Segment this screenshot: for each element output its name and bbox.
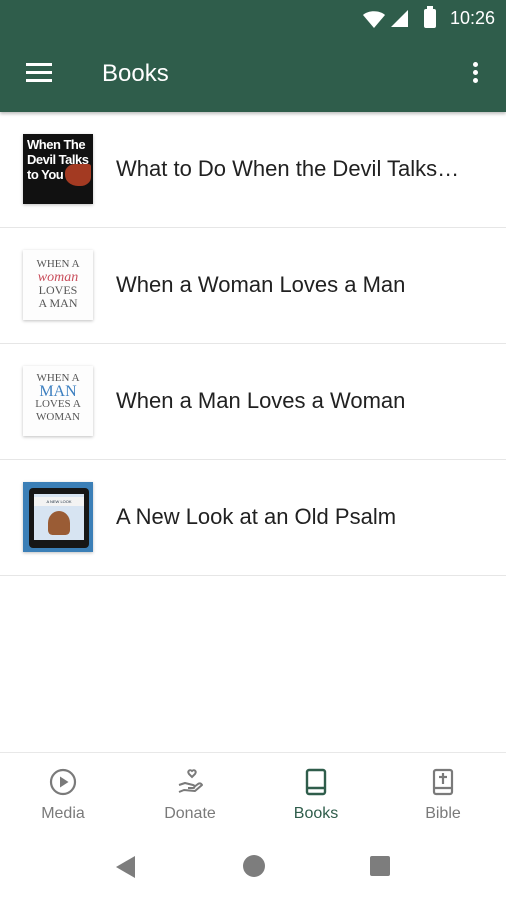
cover-text: A MAN: [38, 296, 78, 310]
book-list: When The Devil Talks to You What to Do W…: [0, 112, 506, 576]
donate-hand-heart-icon: [178, 769, 203, 793]
cover-art: [65, 164, 91, 186]
recents-icon[interactable]: [370, 856, 390, 876]
tab-bible[interactable]: Bible: [380, 753, 506, 833]
play-circle-icon: [49, 768, 77, 796]
book-list-item[interactable]: A NEW LOOK A New Look at an Old Psalm: [0, 460, 506, 576]
wifi-icon: [363, 11, 385, 28]
status-bar: 10:26: [0, 0, 506, 36]
book-list-item[interactable]: When The Devil Talks to You What to Do W…: [0, 112, 506, 228]
tab-media[interactable]: Media: [0, 753, 126, 833]
bible-cross-icon: [432, 768, 454, 796]
more-vertical-icon[interactable]: [470, 62, 480, 86]
tab-books[interactable]: Books: [253, 753, 379, 833]
book-icon: [305, 768, 327, 796]
book-cover: WHEN A woman LOVES A MAN: [23, 250, 93, 320]
book-list-item[interactable]: WHEN A woman LOVES A MAN When a Woman Lo…: [0, 228, 506, 344]
back-icon[interactable]: [116, 856, 135, 878]
app-bar: 10:26 Books: [0, 0, 506, 112]
cover-text: A NEW LOOK: [34, 497, 84, 506]
cover-text: LOVES A: [35, 398, 81, 410]
book-list-item[interactable]: WHEN A MAN LOVES A WOMAN When a Man Love…: [0, 344, 506, 460]
hamburger-menu-icon[interactable]: [26, 63, 52, 83]
cover-text: When The: [27, 137, 86, 152]
tab-label: Media: [41, 805, 85, 822]
page-title: Books: [102, 60, 169, 87]
book-title: A New Look at an Old Psalm: [116, 504, 397, 529]
book-title: When a Woman Loves a Man: [116, 272, 406, 297]
cover-text: to You: [27, 167, 64, 182]
signal-icon: [391, 10, 408, 27]
book-cover: A NEW LOOK: [23, 482, 93, 552]
status-time: 10:26: [449, 8, 495, 28]
tab-donate[interactable]: Donate: [127, 753, 253, 833]
cover-text: WOMAN: [36, 411, 80, 423]
cover-text: MAN: [39, 383, 77, 400]
book-title: When a Man Loves a Woman: [116, 388, 406, 413]
book-title: What to Do When the Devil Talks…: [116, 156, 460, 181]
praying-hands-image: [48, 511, 70, 535]
bottom-navigation: Media Donate Books Bible: [0, 752, 506, 833]
tab-label: Books: [293, 805, 339, 822]
book-cover: When The Devil Talks to You: [23, 134, 93, 204]
battery-icon: [424, 6, 436, 28]
tablet-illustration: A NEW LOOK: [29, 488, 89, 548]
home-icon[interactable]: [243, 855, 265, 877]
tab-label: Bible: [425, 805, 461, 822]
tab-label: Donate: [164, 805, 216, 822]
book-cover: WHEN A MAN LOVES A WOMAN: [23, 366, 93, 436]
